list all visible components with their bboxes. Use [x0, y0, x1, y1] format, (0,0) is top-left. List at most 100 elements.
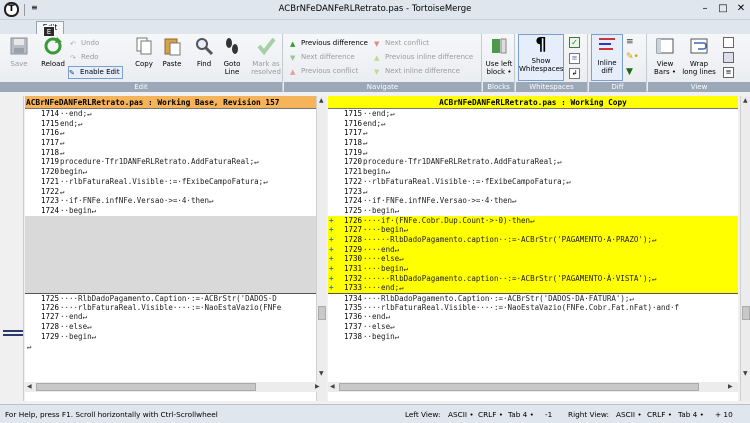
added-code-line[interactable]: +1729 ····end↵ — [328, 244, 738, 255]
mark-resolved-button[interactable]: Mark as resolved — [250, 36, 282, 76]
scroll-up-arrow-icon[interactable]: ▲ — [743, 97, 748, 104]
code-line[interactable]: 1717 ↵ — [328, 128, 738, 138]
view-option-icon-1[interactable] — [723, 37, 734, 48]
code-line[interactable]: 1723 ··if·FNFe.infNFe.Versao·>=·4·then↵ — [25, 196, 325, 206]
redo-button[interactable]: ↷ Redo — [70, 52, 99, 63]
save-button[interactable]: Save — [6, 36, 32, 68]
scroll-up-arrow-icon[interactable]: ▲ — [319, 97, 324, 104]
code-line[interactable]: 1724 ··if·FNFe.infNFe.Versao·>=·4·then↵ — [328, 196, 738, 206]
right-encoding-dropdown[interactable]: ASCII • — [616, 405, 642, 423]
left-encoding-dropdown[interactable]: ASCII • — [448, 405, 474, 423]
left-vscroll-thumb[interactable] — [318, 306, 326, 320]
scroll-left-arrow-icon[interactable]: ◀ — [27, 383, 32, 390]
right-tab-dropdown[interactable]: Tab 4 • — [678, 405, 704, 423]
highlight-marker-icon[interactable]: ✎• — [626, 52, 640, 63]
scroll-right-arrow-icon[interactable]: ▶ — [728, 383, 733, 390]
code-line[interactable]: 1715 ··end;↵ — [328, 109, 738, 119]
code-line[interactable]: 1728 ··else↵ — [25, 322, 325, 332]
added-code-line[interactable]: +1726 ····if·(FNFe.Cobr.Dup.Count·>·0)·th… — [328, 215, 738, 226]
code-line[interactable]: 1726 ····rlbFaturaReal.Visible····:=·NaoE… — [25, 303, 325, 313]
added-code-line[interactable]: +1732 ······RlbDadoPagamento.caption··:=·… — [328, 273, 738, 284]
code-line[interactable]: 1720 begin↵ — [25, 167, 325, 177]
code-line[interactable]: 1716 ↵ — [25, 128, 325, 138]
enable-edit-button[interactable]: ✎ Enable Edit — [68, 66, 123, 79]
code-line[interactable]: 1729 ··begin↵ — [25, 332, 325, 342]
view-bars-button[interactable]: View Bars • — [651, 36, 679, 76]
code-line[interactable]: 1717 ↵ — [25, 138, 325, 148]
left-horizontal-scrollbar[interactable]: ◀ ▶ — [25, 382, 325, 392]
code-line[interactable]: 1724 ··begin↵ — [25, 206, 325, 216]
next-conflict-button[interactable]: ▼ Next conflict — [374, 38, 429, 49]
next-inline-difference-button[interactable]: ▼ Next inline difference — [374, 66, 460, 77]
filter-icon[interactable]: ▼ — [626, 67, 640, 78]
added-code-line[interactable]: +1733 ····end;↵ — [328, 283, 738, 294]
code-line[interactable]: 1727 ··end↵ — [25, 312, 325, 322]
code-line[interactable]: 1719 ↵ — [328, 148, 738, 158]
moved-blocks-icon[interactable]: ≡ — [626, 37, 640, 48]
code-line[interactable]: 1723 ↵ — [328, 187, 738, 197]
scroll-right-arrow-icon[interactable]: ▶ — [315, 383, 320, 390]
right-code-area[interactable]: 1715 ··end;↵ 1716 end;↵ 1717 ↵ 1718 ↵ 1719 ↵ 1720 p… — [328, 109, 738, 342]
code-line[interactable]: 1722 ↵ — [25, 187, 325, 197]
close-button[interactable]: ✕ — [734, 2, 748, 16]
ignore-case-icon[interactable]: ↲ — [569, 68, 580, 79]
left-pane[interactable]: ACBrNFeDANFeRLRetrato.pas : Working Base… — [25, 96, 325, 401]
right-vscroll-thumb[interactable] — [742, 306, 750, 320]
inline-diff-button[interactable]: Inline diff — [591, 34, 623, 81]
code-line[interactable]: 1735 ····rlbFaturaReal.Visible····:=·NaoE… — [328, 303, 738, 313]
view-option-icon-3[interactable]: ≡ — [723, 67, 734, 78]
code-line[interactable]: 1721 ··rlbFaturaReal.Visible·:=·fExibeCam… — [25, 177, 325, 187]
previous-difference-button[interactable]: ▲ Previous difference — [290, 38, 368, 49]
goto-line-button[interactable]: Goto Line — [220, 36, 244, 76]
wrap-long-lines-button[interactable]: Wrap long lines — [681, 36, 717, 76]
minimize-button[interactable]: – — [698, 2, 712, 16]
ignore-whitespace-check-icon[interactable]: ✓ — [569, 37, 580, 48]
reload-button[interactable]: Reload — [38, 36, 68, 68]
ignore-eol-list-icon[interactable]: ≡ — [569, 53, 580, 64]
code-line[interactable]: 1736 ··end↵ — [328, 312, 738, 322]
code-line[interactable]: 1737 ··else↵ — [328, 322, 738, 332]
previous-conflict-button[interactable]: ▲ Previous conflict — [290, 66, 358, 77]
code-line[interactable]: 1718 ↵ — [328, 138, 738, 148]
code-line[interactable]: 1721 begin↵ — [328, 167, 738, 177]
use-left-block-button[interactable]: Use left block • — [484, 36, 514, 76]
view-option-icon-2[interactable] — [723, 52, 734, 63]
location-bar[interactable] — [0, 96, 24, 401]
left-vertical-scrollbar[interactable]: ▲ ▼ — [316, 96, 326, 401]
left-code-area[interactable]: 1714 ··end;↵ 1715 end;↵ 1716 ↵ 1717 ↵ 1718 ↵ 1719 p… — [25, 109, 325, 351]
code-line[interactable]: 1725 ··begin↵ — [328, 206, 738, 216]
code-line[interactable]: 1715 end;↵ — [25, 119, 325, 129]
copy-button[interactable]: Copy — [131, 36, 157, 68]
left-hscroll-thumb[interactable] — [36, 383, 256, 391]
code-line[interactable]: 1719 procedure·Tfr1DANFeRLRetrato.AddFatu… — [25, 157, 325, 167]
show-whitespaces-button[interactable]: ¶ Show Whitespaces — [518, 34, 564, 81]
right-eol-dropdown[interactable]: CRLF • — [647, 405, 672, 423]
left-eol-dropdown[interactable]: CRLF • — [478, 405, 503, 423]
added-code-line[interactable]: +1730 ····else↵ — [328, 254, 738, 264]
paste-button[interactable]: Paste — [159, 36, 185, 68]
scroll-down-arrow-icon[interactable]: ▼ — [743, 370, 748, 377]
code-line[interactable]: 1716 end;↵ — [328, 119, 738, 129]
code-line[interactable]: 1718 ↵ — [25, 148, 325, 158]
next-difference-button[interactable]: ▼ Next difference — [290, 52, 355, 63]
code-line[interactable]: 1725 ····RlbDadoPagamento.Caption·:=·ACBr… — [25, 293, 325, 303]
code-line[interactable]: 1734 ····RlbDadoPagamento.Caption·:=·ACBr… — [328, 293, 738, 303]
right-horizontal-scrollbar[interactable]: ◀ ▶ — [328, 382, 738, 392]
code-line[interactable]: 1738 ··begin↵ — [328, 332, 738, 342]
added-code-line[interactable]: +1728 ······RlbDadoPagamento.caption··:=·… — [328, 234, 738, 245]
left-tab-dropdown[interactable]: Tab 4 • — [508, 405, 534, 423]
code-line[interactable]: 1714 ··end;↵ — [25, 109, 325, 119]
find-button[interactable]: Find — [192, 36, 216, 68]
added-code-line[interactable]: +1731 ····begin↵ — [328, 264, 738, 274]
scroll-down-arrow-icon[interactable]: ▼ — [319, 370, 324, 377]
right-hscroll-thumb[interactable] — [339, 383, 699, 391]
previous-inline-difference-button[interactable]: ▲ Previous inline difference — [374, 52, 473, 63]
scroll-left-arrow-icon[interactable]: ◀ — [330, 383, 335, 390]
right-pane[interactable]: ACBrNFeDANFeRLRetrato.pas : Working Copy… — [328, 96, 738, 401]
right-vertical-scrollbar[interactable]: ▲ ▼ — [740, 96, 750, 401]
undo-button[interactable]: ↶ Undo — [70, 38, 99, 49]
code-line[interactable]: 1722 ··rlbFaturaReal.Visible·:=·fExibeCam… — [328, 177, 738, 187]
added-code-line[interactable]: +1727 ····begin↵ — [328, 225, 738, 235]
code-line[interactable]: 1720 procedure·Tfr1DANFeRLRetrato.AddFatu… — [328, 157, 738, 167]
maximize-button[interactable]: □ — [716, 2, 730, 16]
